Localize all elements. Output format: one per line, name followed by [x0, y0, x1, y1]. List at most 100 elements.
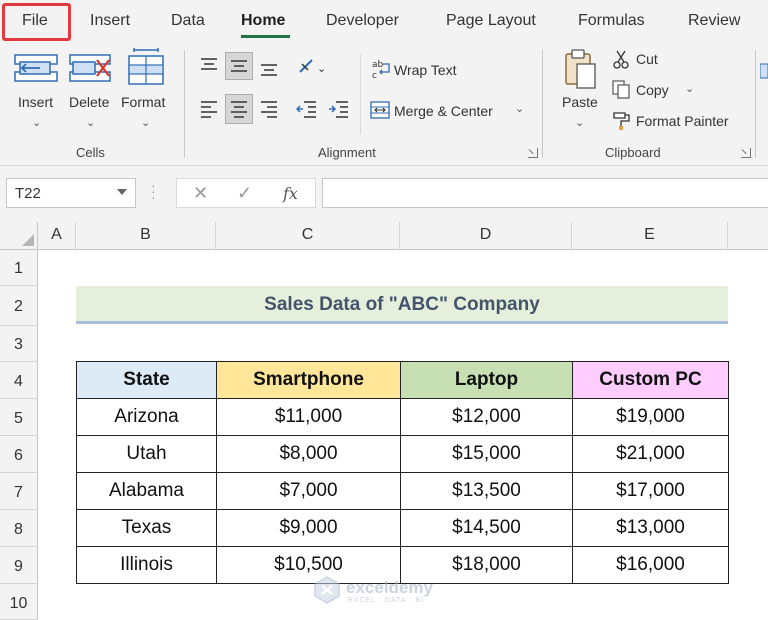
cell-custom-pc[interactable]: $17,000	[572, 472, 729, 510]
cell-laptop[interactable]: $13,500	[400, 472, 573, 510]
tab-home[interactable]: Home	[241, 12, 285, 30]
select-all-button[interactable]	[0, 222, 38, 250]
row-header-6[interactable]: 6	[0, 436, 38, 473]
delete-cells-icon[interactable]	[69, 52, 113, 91]
column-header-f[interactable]	[728, 222, 768, 250]
row-header-7[interactable]: 7	[0, 473, 38, 510]
format-painter-icon[interactable]	[611, 109, 633, 136]
format-chevron-down-icon[interactable]: ⌄	[141, 116, 150, 129]
cell-custom-pc[interactable]: $21,000	[572, 435, 729, 473]
row-header-3[interactable]: 3	[0, 326, 38, 362]
header-laptop[interactable]: Laptop	[400, 361, 573, 399]
cell-laptop[interactable]: $15,000	[400, 435, 573, 473]
copy-chevron-down-icon[interactable]: ⌄	[685, 82, 694, 95]
align-left-icon[interactable]	[199, 98, 219, 123]
tab-developer[interactable]: Developer	[326, 12, 399, 30]
insert-button[interactable]: Insert	[18, 94, 53, 110]
excel-window: File Insert Data Home Developer Page Lay…	[0, 0, 768, 620]
decrease-indent-icon[interactable]	[295, 98, 318, 123]
orientation-icon[interactable]: ⌄	[296, 56, 330, 83]
clipboard-dialog-launcher-icon[interactable]	[741, 148, 751, 158]
group-divider	[184, 50, 185, 158]
header-state[interactable]: State	[76, 361, 217, 399]
sheet-title-cell[interactable]: Sales Data of "ABC" Company	[76, 286, 728, 324]
row-header-4[interactable]: 4	[0, 362, 38, 399]
paste-button[interactable]: Paste	[562, 94, 598, 110]
tab-formulas[interactable]: Formulas	[578, 12, 645, 30]
file-tab-highlight	[2, 3, 71, 41]
align-middle-icon[interactable]	[225, 52, 253, 80]
cut-button[interactable]: Cut	[636, 51, 658, 67]
delete-button[interactable]: Delete	[69, 94, 109, 110]
name-box[interactable]: T22	[6, 178, 136, 208]
exceldemy-watermark: exceldemy EXCEL · DATA · BI	[312, 575, 472, 607]
row-header-1[interactable]: 1	[0, 250, 38, 286]
cell-state[interactable]: Alabama	[76, 472, 217, 510]
insert-function-icon[interactable]: fx	[283, 184, 298, 203]
formula-bar-grip-icon[interactable]: · · ·	[151, 178, 156, 204]
cell-smartphone[interactable]: $7,000	[216, 472, 401, 510]
cell-state[interactable]: Illinois	[76, 546, 217, 584]
ribbon: Insert Delete Format ⌄ ⌄ ⌄ Cells ⌄ ab c …	[0, 42, 768, 166]
format-painter-button[interactable]: Format Painter	[636, 113, 729, 129]
wrap-text-icon[interactable]: ab c	[371, 58, 393, 85]
align-top-icon[interactable]	[199, 56, 219, 79]
formula-input[interactable]	[322, 178, 768, 208]
increase-indent-icon[interactable]	[328, 98, 350, 123]
format-button[interactable]: Format	[121, 94, 165, 110]
paste-chevron-down-icon[interactable]: ⌄	[575, 116, 584, 129]
copy-button[interactable]: Copy	[636, 82, 669, 98]
cell-custom-pc[interactable]: $19,000	[572, 398, 729, 436]
tab-data[interactable]: Data	[171, 12, 205, 30]
align-bottom-icon[interactable]	[259, 60, 279, 83]
merge-center-icon[interactable]	[370, 101, 390, 124]
insert-cells-icon[interactable]	[14, 52, 60, 91]
cell-smartphone[interactable]: $11,000	[216, 398, 401, 436]
row-header-9[interactable]: 9	[0, 547, 38, 584]
merge-center-button[interactable]: Merge & Center	[394, 103, 493, 119]
header-custom-pc[interactable]: Custom PC	[572, 361, 729, 399]
partial-ribbon-icon	[759, 62, 768, 87]
insert-chevron-down-icon[interactable]: ⌄	[32, 116, 41, 129]
cancel-icon[interactable]: ✕	[193, 183, 208, 204]
cell-smartphone[interactable]: $9,000	[216, 509, 401, 547]
alignment-inner-divider	[360, 54, 361, 134]
name-box-chevron-down-icon[interactable]	[117, 189, 127, 195]
header-smartphone[interactable]: Smartphone	[216, 361, 401, 399]
cell-smartphone[interactable]: $8,000	[216, 435, 401, 473]
column-header-b[interactable]: B	[76, 222, 216, 250]
column-header-a[interactable]: A	[38, 222, 76, 250]
row-header-5[interactable]: 5	[0, 399, 38, 436]
row-header-8[interactable]: 8	[0, 510, 38, 547]
cell-state[interactable]: Utah	[76, 435, 217, 473]
merge-chevron-down-icon[interactable]: ⌄	[515, 102, 524, 115]
align-right-icon[interactable]	[259, 98, 279, 123]
tab-insert[interactable]: Insert	[90, 12, 130, 30]
row-header-10[interactable]: 10	[0, 584, 38, 620]
cell-custom-pc[interactable]: $13,000	[572, 509, 729, 547]
cell-state[interactable]: Arizona	[76, 398, 217, 436]
formula-buttons: ✕ ✓ fx	[176, 178, 316, 208]
format-cells-icon[interactable]	[126, 48, 166, 91]
wrap-text-button[interactable]: Wrap Text	[394, 62, 457, 78]
cell-laptop[interactable]: $14,500	[400, 509, 573, 547]
ribbon-tabs: File Insert Data Home Developer Page Lay…	[0, 0, 768, 42]
enter-icon[interactable]: ✓	[237, 183, 252, 204]
table-header-row: State Smartphone Laptop Custom PC	[76, 361, 729, 399]
column-header-c[interactable]: C	[216, 222, 400, 250]
svg-text:ab: ab	[372, 60, 384, 70]
cell-state[interactable]: Texas	[76, 509, 217, 547]
cell-custom-pc[interactable]: $16,000	[572, 546, 729, 584]
alignment-dialog-launcher-icon[interactable]	[528, 148, 538, 158]
tab-review[interactable]: Review	[688, 12, 740, 30]
copy-icon[interactable]	[612, 80, 630, 105]
cut-icon[interactable]	[612, 50, 630, 75]
align-center-icon[interactable]	[225, 94, 253, 124]
column-header-e[interactable]: E	[572, 222, 728, 250]
delete-chevron-down-icon[interactable]: ⌄	[86, 116, 95, 129]
tab-page-layout[interactable]: Page Layout	[446, 12, 536, 30]
column-header-d[interactable]: D	[400, 222, 572, 250]
row-header-2[interactable]: 2	[0, 286, 38, 326]
cell-laptop[interactable]: $12,000	[400, 398, 573, 436]
paste-icon[interactable]	[563, 48, 599, 97]
